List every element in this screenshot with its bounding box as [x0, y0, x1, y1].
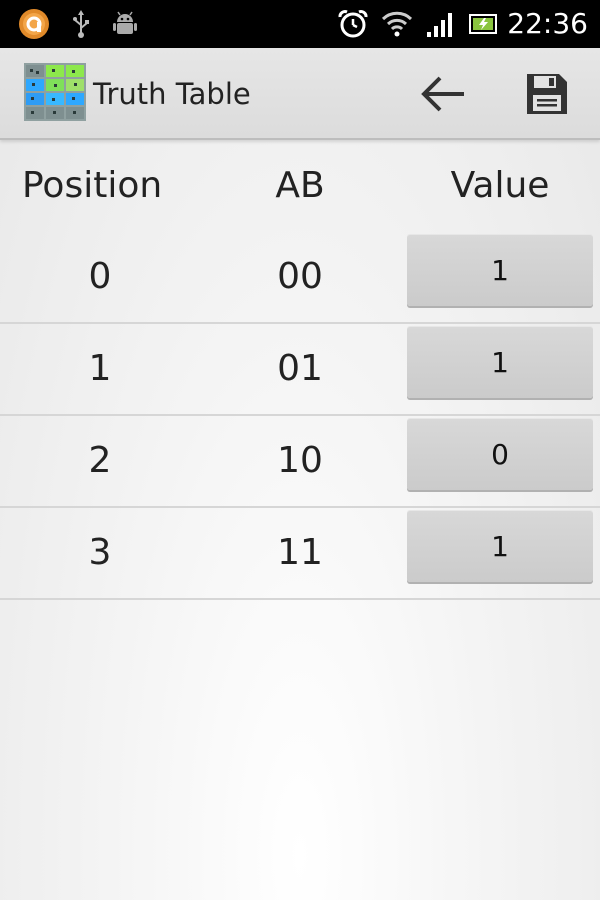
value-toggle-button[interactable]: 1 [407, 234, 593, 306]
action-bar: Truth Table [0, 48, 600, 140]
wifi-icon [380, 0, 414, 48]
row-position: 1 [88, 347, 112, 389]
value-toggle-button[interactable]: 1 [407, 326, 593, 398]
truth-table-app-icon [24, 63, 86, 121]
row-position: 0 [88, 255, 112, 297]
table-header: Position AB Value [0, 140, 600, 230]
row-inputs: 01 [277, 347, 323, 389]
row-inputs: 00 [277, 255, 323, 297]
value-toggle-button[interactable]: 0 [407, 418, 593, 490]
save-button[interactable] [515, 62, 579, 126]
table-row: 1 01 1 [0, 322, 600, 416]
value-toggle-button[interactable]: 1 [407, 510, 593, 582]
row-position: 3 [88, 531, 112, 573]
table-row: 0 00 1 [0, 230, 600, 324]
back-arrow-icon [421, 76, 464, 112]
save-icon [527, 74, 567, 114]
battery-charging-icon [466, 0, 502, 48]
usb-icon [66, 0, 96, 48]
table-row: 3 11 1 [0, 506, 600, 600]
row-inputs: 11 [277, 531, 323, 573]
notification-app-icon [16, 0, 52, 48]
cell-signal-icon [422, 0, 458, 48]
row-inputs: 10 [277, 439, 323, 481]
status-time: 22:36 [507, 7, 588, 40]
header-position: Position [22, 164, 163, 206]
back-button[interactable] [411, 62, 475, 126]
table-row: 2 10 0 [0, 414, 600, 508]
android-debug-icon [110, 0, 140, 48]
alarm-clock-icon [336, 0, 370, 48]
row-position: 2 [88, 439, 112, 481]
header-value: Value [450, 164, 550, 206]
header-ab: AB [275, 164, 325, 206]
app-title: Truth Table [93, 77, 251, 111]
status-bar: 22:36 [0, 0, 600, 48]
